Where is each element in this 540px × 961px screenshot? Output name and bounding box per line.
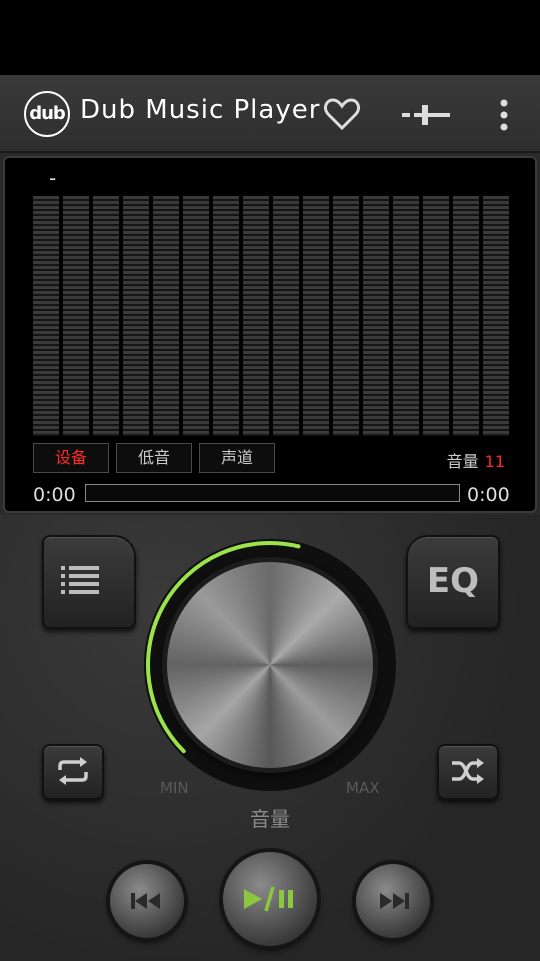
next-button[interactable] [356,864,430,938]
knob-max-label: MAX [346,779,380,797]
elapsed-time: 0:00 [33,484,76,506]
seek-bar[interactable] [85,484,460,502]
knob-volume-label: 音量 [250,807,290,831]
channel-button[interactable]: 声道 [199,443,275,473]
skip-previous-icon [131,893,160,909]
knob-min-label: MIN [160,779,189,797]
control-panel: EQ MIN MAX 音量 [0,515,540,961]
spectrum-band [153,196,179,436]
previous-button[interactable] [110,864,184,938]
spectrum-band [483,196,509,436]
device-button[interactable]: 设备 [33,443,109,473]
more-vertical-icon[interactable] [490,95,518,135]
equalizer-button[interactable]: EQ [406,535,500,629]
bass-button[interactable]: 低音 [116,443,192,473]
volume-label: 音量 [446,452,479,471]
spectrum-band [183,196,209,436]
spectrum-band [63,196,89,436]
duration-time: 0:00 [467,484,510,506]
skip-next-icon [380,893,409,909]
playlist-button[interactable] [42,535,136,629]
spectrum-band [333,196,359,436]
list-icon [61,566,99,594]
spectrum-band [273,196,299,436]
shuffle-button[interactable] [437,744,499,800]
spectrum-band [33,196,59,436]
volume-readout: 音量 11 [447,448,505,472]
heart-icon[interactable] [322,94,362,134]
spectrum-bars [33,196,509,436]
status-bar [0,0,540,75]
spectrum-visualizer: - 设备 低音 声道 音量 11 0:00 0:00 [3,156,537,513]
spectrum-band [453,196,479,436]
volume-knob[interactable] [167,562,373,768]
spectrum-band [93,196,119,436]
eq-label: EQ [426,561,480,601]
app-title: Dub Music Player [80,95,321,125]
shuffle-icon [452,758,484,784]
balance-slider-icon[interactable] [400,101,452,129]
play-pause-icon [244,886,293,912]
play-pause-button[interactable] [223,852,317,946]
spectrum-band [123,196,149,436]
app-bar: dub Dub Music Player [0,75,540,153]
spectrum-band [393,196,419,436]
spectrum-band [243,196,269,436]
app-logo: dub [24,91,70,137]
repeat-icon [58,757,88,785]
spectrum-band [423,196,449,436]
spectrum-band [303,196,329,436]
repeat-button[interactable] [42,744,104,800]
spectrum-band [213,196,239,436]
spectrum-band [363,196,389,436]
track-name: - [49,166,57,190]
volume-value: 11 [484,452,505,471]
